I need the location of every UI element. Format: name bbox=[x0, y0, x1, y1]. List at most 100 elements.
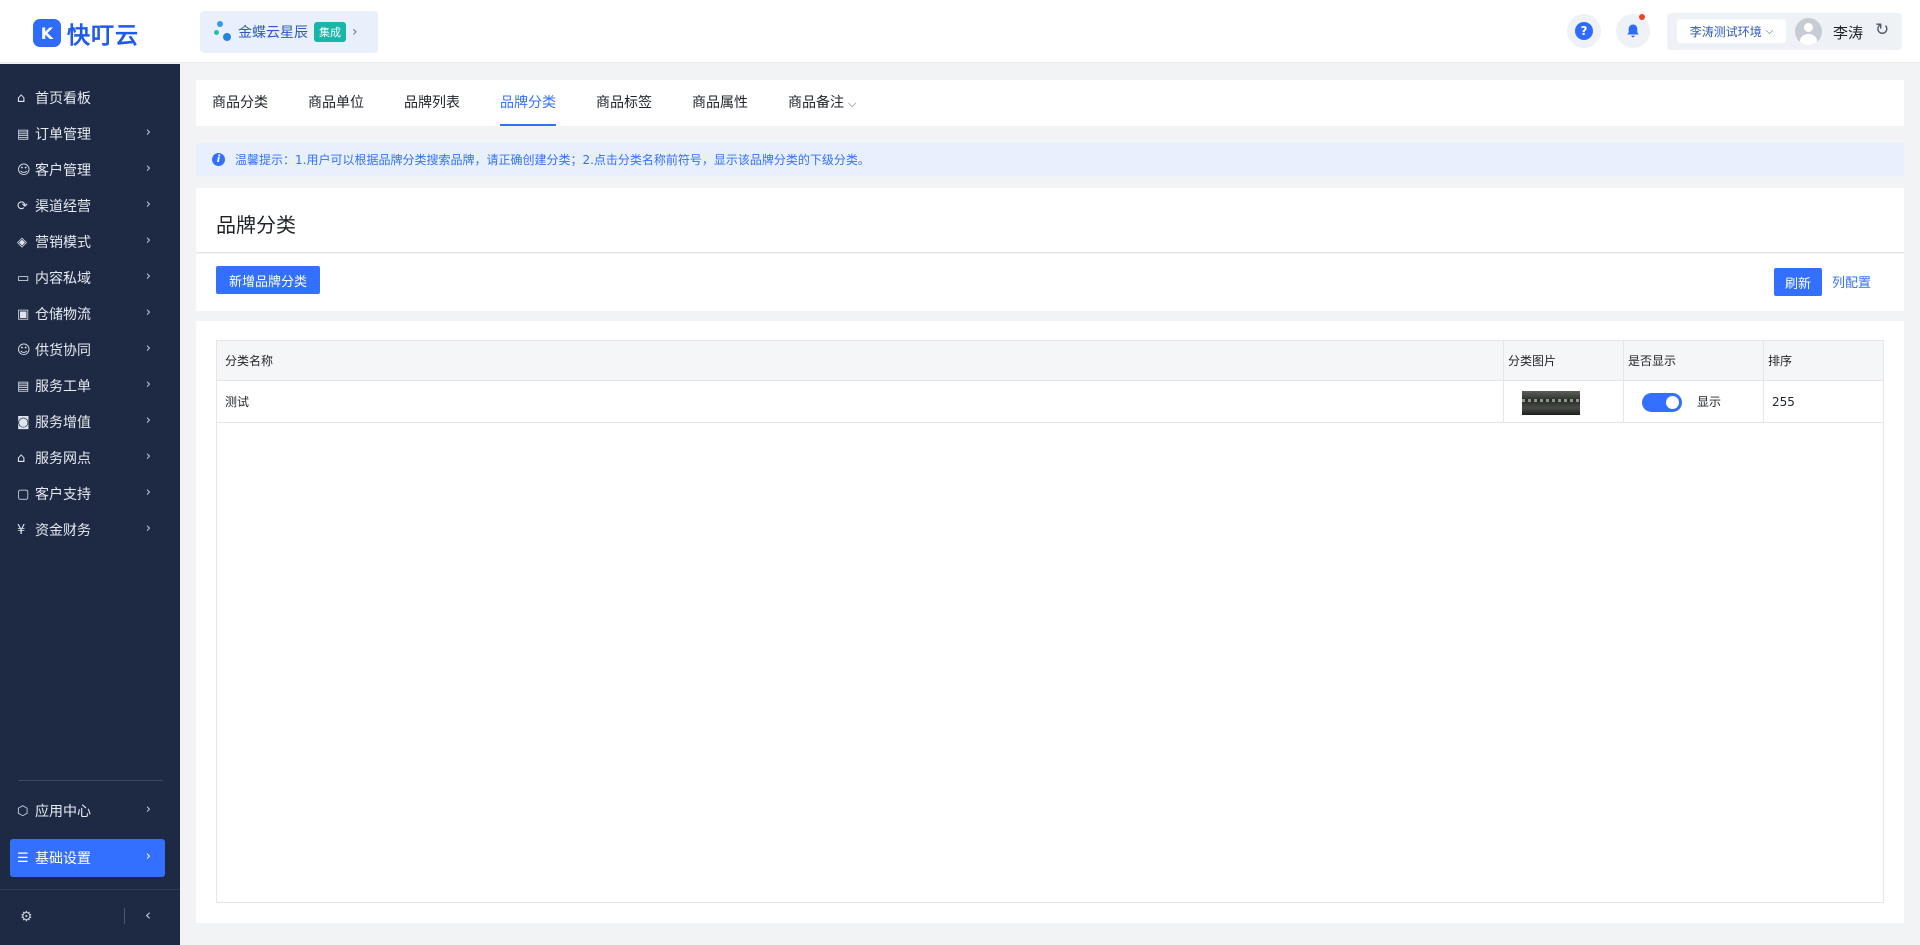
tab-brand-list[interactable]: 品牌列表 bbox=[404, 80, 460, 126]
ticket-icon: ▤ bbox=[17, 378, 30, 394]
chevron-right-icon: › bbox=[145, 802, 151, 817]
visible-toggle[interactable] bbox=[1642, 393, 1682, 412]
sidebar-item-label: 服务工单 bbox=[35, 379, 91, 395]
sidebar-item-marketing[interactable]: ◈ 营销模式 › bbox=[10, 223, 165, 261]
column-header-name: 分类名称 bbox=[225, 354, 274, 368]
sidebar-item-label: 服务网点 bbox=[35, 451, 91, 467]
collapse-sidebar-icon[interactable]: ‹ bbox=[145, 906, 151, 924]
support-icon: ▢ bbox=[17, 486, 30, 502]
sidebar-item-customers[interactable]: ☺ 客户管理 › bbox=[10, 151, 165, 189]
table-row[interactable]: 测试 显示 255 bbox=[217, 381, 1883, 423]
cube-icon: ⬡ bbox=[17, 803, 29, 819]
sidebar-item-content[interactable]: ▭ 内容私域 › bbox=[10, 259, 165, 297]
category-name-cell[interactable]: 测试 bbox=[217, 381, 249, 423]
tab-product-tags[interactable]: 商品标签 bbox=[596, 80, 652, 126]
tab-product-unit[interactable]: 商品单位 bbox=[308, 80, 364, 126]
store-icon: ⌂ bbox=[17, 450, 26, 466]
column-header-sort[interactable]: 排序 bbox=[1760, 341, 1792, 381]
yuan-icon: ¥ bbox=[17, 522, 26, 538]
sidebar-item-label: 内容私域 bbox=[35, 271, 91, 287]
column-header-visible: 是否显示 bbox=[1628, 354, 1677, 368]
tip-banner: i 温馨提示：1.用户可以根据品牌分类搜索品牌，请正确创建分类；2.点击分类名称… bbox=[196, 143, 1904, 176]
sidebar: ⌂ 首页看板 ▤ 订单管理 › ☺ 客户管理 › ⟳ 渠道经营 › ◈ 营销模式… bbox=[0, 64, 180, 945]
chevron-right-icon: › bbox=[145, 485, 151, 500]
avatar[interactable] bbox=[1795, 18, 1822, 45]
sidebar-item-supply[interactable]: ☺ 供货协同 › bbox=[10, 331, 165, 369]
sidebar-item-label: 供货协同 bbox=[35, 343, 91, 359]
refresh-icon[interactable]: ↻ bbox=[1875, 20, 1889, 40]
sidebar-item-support[interactable]: ▢ 客户支持 › bbox=[10, 475, 165, 513]
sidebar-item-service-points[interactable]: ⌂ 服务网点 › bbox=[10, 439, 165, 477]
sidebar-item-label: 仓储物流 bbox=[35, 307, 91, 323]
sidebar-item-label: 营销模式 bbox=[35, 235, 91, 251]
chevron-down-icon: ⌵ bbox=[848, 97, 857, 110]
chevron-right-icon: › bbox=[145, 161, 151, 176]
category-image-cell bbox=[1504, 381, 1623, 423]
tab-brand-category[interactable]: 品牌分类 bbox=[500, 80, 556, 126]
gear-icon[interactable]: ⚙ bbox=[20, 909, 33, 925]
sidebar-divider bbox=[18, 780, 163, 781]
refresh-button[interactable]: 刷新 bbox=[1774, 268, 1822, 296]
sidebar-item-label: 应用中心 bbox=[35, 804, 91, 820]
help-button[interactable]: ? bbox=[1567, 14, 1601, 48]
column-config-link[interactable]: 列配置 bbox=[1832, 272, 1871, 291]
environment-select[interactable]: 李涛测试环境 ⌵ bbox=[1677, 19, 1786, 43]
sidebar-footer: ⚙ ‹ bbox=[0, 889, 180, 945]
page-header: 品牌分类 bbox=[196, 188, 1904, 253]
environment-label: 李涛测试环境 bbox=[1689, 24, 1762, 39]
tab-product-category[interactable]: 商品分类 bbox=[212, 80, 268, 126]
category-thumbnail[interactable] bbox=[1522, 391, 1580, 415]
sidebar-item-label: 服务增值 bbox=[35, 415, 91, 431]
integration-name: 金蝶云星辰 bbox=[238, 25, 308, 41]
add-brand-category-button[interactable]: 新增品牌分类 bbox=[216, 266, 320, 294]
app-name: 快叮云 bbox=[67, 23, 139, 49]
tab-bar: 商品分类 商品单位 品牌列表 品牌分类 商品标签 商品属性 商品备注 ⌵ bbox=[196, 80, 1904, 126]
sidebar-item-label: 资金财务 bbox=[35, 523, 91, 539]
sidebar-item-dashboard[interactable]: ⌂ 首页看板 bbox=[10, 79, 165, 117]
image-icon: ▭ bbox=[17, 270, 30, 286]
sidebar-item-basic-settings[interactable]: ☰ 基础设置 › bbox=[10, 839, 165, 877]
integration-switcher[interactable]: 金蝶云星辰 集成 › bbox=[200, 11, 378, 53]
user-icon: ☺ bbox=[17, 162, 31, 178]
footer-divider bbox=[124, 908, 125, 924]
table-panel: 分类名称 分类图片 是否显示 排序 测试 显示 255 bbox=[196, 321, 1904, 923]
sidebar-item-channels[interactable]: ⟳ 渠道经营 › bbox=[10, 187, 165, 225]
chevron-right-icon: › bbox=[145, 197, 151, 212]
integration-logo-icon bbox=[214, 21, 234, 43]
user-name[interactable]: 李涛 bbox=[1833, 22, 1863, 43]
chevron-right-icon: › bbox=[145, 233, 151, 248]
sidebar-item-service-tickets[interactable]: ▤ 服务工单 › bbox=[10, 367, 165, 405]
channel-icon: ⟳ bbox=[17, 198, 28, 214]
notification-dot bbox=[1639, 14, 1645, 20]
tag-icon: ◈ bbox=[17, 234, 27, 250]
chevron-down-icon: ⌵ bbox=[1765, 25, 1774, 37]
column-header-image: 分类图片 bbox=[1508, 354, 1557, 368]
sidebar-item-label: 首页看板 bbox=[35, 91, 91, 107]
order-icon: ▤ bbox=[17, 126, 30, 142]
tab-product-notes[interactable]: 商品备注 ⌵ bbox=[788, 80, 856, 126]
notification-button[interactable] bbox=[1616, 14, 1650, 48]
visible-cell: 显示 bbox=[1624, 381, 1763, 423]
chevron-right-icon: › bbox=[145, 341, 151, 356]
sidebar-item-warehouse[interactable]: ▣ 仓储物流 › bbox=[10, 295, 165, 333]
sidebar-item-orders[interactable]: ▤ 订单管理 › bbox=[10, 115, 165, 153]
home-icon: ⌂ bbox=[17, 90, 26, 106]
app-logo[interactable]: K 快叮云 bbox=[33, 16, 139, 50]
chevron-right-icon: › bbox=[145, 125, 151, 140]
tab-product-attributes[interactable]: 商品属性 bbox=[692, 80, 748, 126]
settings-sliders-icon: ☰ bbox=[17, 850, 29, 866]
sidebar-item-value-added[interactable]: ◙ 服务增值 › bbox=[10, 403, 165, 441]
logo-icon: K bbox=[33, 19, 61, 47]
sidebar-item-label: 基础设置 bbox=[35, 851, 91, 867]
brand-category-table: 分类名称 分类图片 是否显示 排序 测试 显示 255 bbox=[216, 340, 1884, 903]
sort-cell: 255 bbox=[1772, 395, 1795, 409]
chevron-right-icon: › bbox=[145, 413, 151, 428]
sidebar-item-app-center[interactable]: ⬡ 应用中心 › bbox=[10, 792, 165, 830]
chevron-right-icon: › bbox=[145, 269, 151, 284]
bag-icon: ◙ bbox=[17, 414, 30, 430]
chevron-right-icon: › bbox=[352, 24, 358, 40]
warehouse-icon: ▣ bbox=[17, 306, 30, 322]
help-icon: ? bbox=[1575, 22, 1593, 40]
sidebar-item-finance[interactable]: ¥ 资金财务 › bbox=[10, 511, 165, 549]
sidebar-item-label: 客户管理 bbox=[35, 163, 91, 179]
